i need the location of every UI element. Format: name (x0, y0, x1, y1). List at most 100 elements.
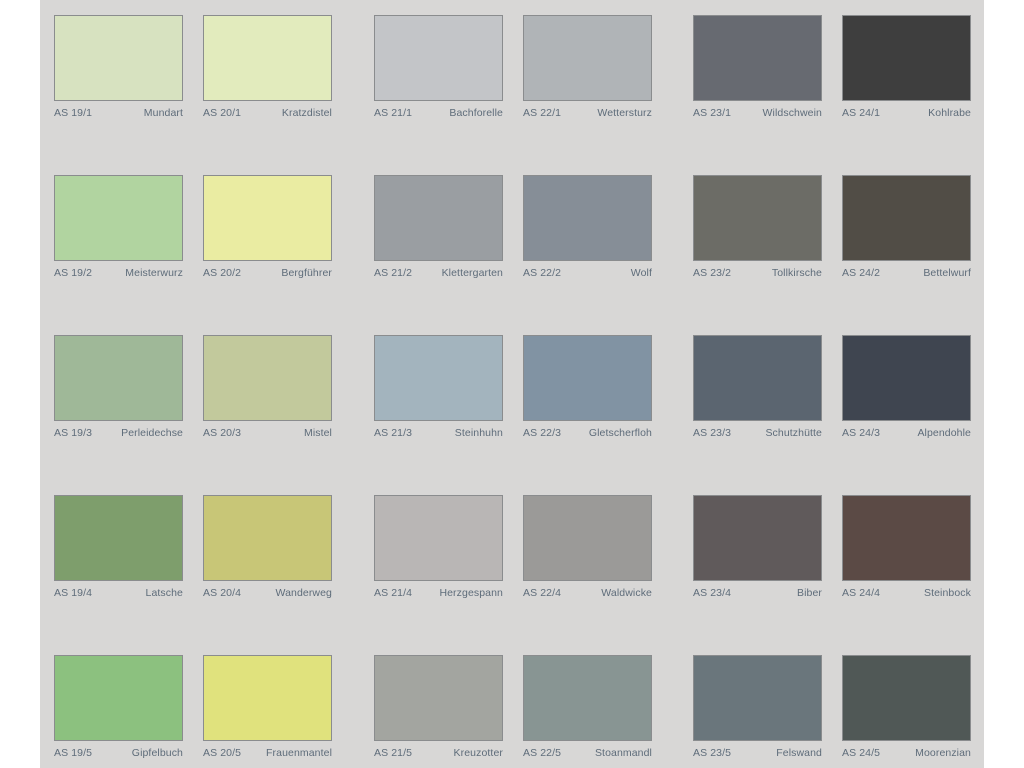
swatch-label: AS 21/5 Kreuzotter (374, 747, 503, 761)
swatch-label: AS 24/2 Bettelwurf (842, 267, 971, 281)
swatch-label: AS 21/2 Klettergarten (374, 267, 503, 281)
swatch-code: AS 22/3 (523, 427, 562, 439)
swatch-name: Wolf (630, 267, 652, 279)
color-swatch (523, 495, 652, 581)
swatch-label: AS 24/3 Alpendohle (842, 427, 971, 441)
color-swatch (203, 335, 332, 421)
color-chart-sheet: AS 19/1 Mundart AS 19/2 Meisterwurz AS 19/3 P… (40, 0, 984, 768)
swatch-label: AS 22/1 Wettersturz (523, 107, 652, 121)
swatch-name: Biber (796, 587, 822, 599)
swatch-code: AS 22/2 (523, 267, 562, 279)
color-swatch (842, 335, 971, 421)
swatch-name: Frauenmantel (266, 747, 332, 759)
swatch-name: Gletscherfloh (588, 427, 652, 439)
swatch-code: AS 24/3 (842, 427, 881, 439)
color-swatch (693, 175, 822, 261)
swatch-name: Felswand (776, 747, 822, 759)
swatch-name: Alpendohle (917, 427, 971, 439)
swatch-code: AS 19/3 (54, 427, 93, 439)
swatch-code: AS 21/5 (374, 747, 413, 759)
swatch-label: AS 21/4 Herzgespann (374, 587, 503, 601)
swatch-code: AS 24/4 (842, 587, 881, 599)
swatch-code: AS 21/2 (374, 267, 413, 279)
color-swatch (693, 335, 822, 421)
swatch-label: AS 23/1 Wildschwein (693, 107, 822, 121)
swatch-label: AS 22/4 Waldwicke (523, 587, 652, 601)
swatch-label: AS 20/1 Kratzdistel (203, 107, 332, 121)
swatch-code: AS 19/2 (54, 267, 93, 279)
swatch-code: AS 19/5 (54, 747, 93, 759)
swatch-label: AS 20/4 Wanderweg (203, 587, 332, 601)
swatch-code: AS 22/1 (523, 107, 562, 119)
color-swatch (54, 335, 183, 421)
color-swatch (523, 15, 652, 101)
swatch-code: AS 20/1 (203, 107, 242, 119)
swatch-label: AS 20/5 Frauenmantel (203, 747, 332, 761)
color-swatch (54, 655, 183, 741)
swatch-name: Kohlrabe (928, 107, 971, 119)
swatch-label: AS 19/2 Meisterwurz (54, 267, 183, 281)
color-swatch (203, 655, 332, 741)
color-swatch (374, 495, 503, 581)
swatch-code: AS 24/1 (842, 107, 881, 119)
swatch-label: AS 19/4 Latsche (54, 587, 183, 601)
swatch-code: AS 23/2 (693, 267, 732, 279)
swatch-label: AS 19/1 Mundart (54, 107, 183, 121)
swatch-code: AS 20/4 (203, 587, 242, 599)
swatch-code: AS 20/2 (203, 267, 242, 279)
swatch-name: Bergführer (281, 267, 332, 279)
swatch-code: AS 21/4 (374, 587, 413, 599)
swatch-name: Steinhuhn (454, 427, 503, 439)
color-swatch (693, 15, 822, 101)
color-swatch (54, 15, 183, 101)
swatch-name: Herzgespann (439, 587, 503, 599)
swatch-code: AS 22/5 (523, 747, 562, 759)
swatch-name: Stoanmandl (594, 747, 652, 759)
color-swatch (523, 655, 652, 741)
swatch-label: AS 19/5 Gipfelbuch (54, 747, 183, 761)
swatch-label: AS 23/2 Tollkirsche (693, 267, 822, 281)
swatch-label: AS 20/2 Bergführer (203, 267, 332, 281)
swatch-name: Moorenzian (915, 747, 971, 759)
color-swatch (842, 175, 971, 261)
color-swatch (54, 495, 183, 581)
swatch-name: Mistel (303, 427, 332, 439)
swatch-code: AS 24/5 (842, 747, 881, 759)
swatch-name: Waldwicke (601, 587, 652, 599)
swatch-code: AS 19/1 (54, 107, 93, 119)
swatch-code: AS 23/4 (693, 587, 732, 599)
swatch-label: AS 23/5 Felswand (693, 747, 822, 761)
swatch-name: Kreuzotter (453, 747, 503, 759)
color-swatch (842, 655, 971, 741)
swatch-name: Perleidechse (121, 427, 183, 439)
swatch-label: AS 23/4 Biber (693, 587, 822, 601)
swatch-code: AS 23/1 (693, 107, 732, 119)
swatch-name: Meisterwurz (125, 267, 183, 279)
swatch-label: AS 24/4 Steinbock (842, 587, 971, 601)
swatch-code: AS 22/4 (523, 587, 562, 599)
swatch-label: AS 24/5 Moorenzian (842, 747, 971, 761)
swatch-name: Steinbock (923, 587, 971, 599)
swatch-label: AS 22/2 Wolf (523, 267, 652, 281)
swatch-code: AS 20/3 (203, 427, 242, 439)
swatch-name: Wildschwein (762, 107, 822, 119)
swatch-code: AS 21/1 (374, 107, 413, 119)
color-swatch (523, 335, 652, 421)
color-swatch (374, 335, 503, 421)
swatch-name: Kratzdistel (281, 107, 332, 119)
swatch-label: AS 22/5 Stoanmandl (523, 747, 652, 761)
color-swatch (374, 655, 503, 741)
color-swatch (203, 175, 332, 261)
swatch-label: AS 24/1 Kohlrabe (842, 107, 971, 121)
swatch-code: AS 23/3 (693, 427, 732, 439)
swatch-name: Wanderweg (275, 587, 332, 599)
swatch-name: Gipfelbuch (131, 747, 183, 759)
swatch-code: AS 20/5 (203, 747, 242, 759)
color-swatch (842, 495, 971, 581)
swatch-name: Latsche (145, 587, 183, 599)
color-swatch (203, 15, 332, 101)
swatch-name: Wettersturz (597, 107, 652, 119)
swatch-label: AS 21/1 Bachforelle (374, 107, 503, 121)
color-swatch (842, 15, 971, 101)
color-swatch (203, 495, 332, 581)
